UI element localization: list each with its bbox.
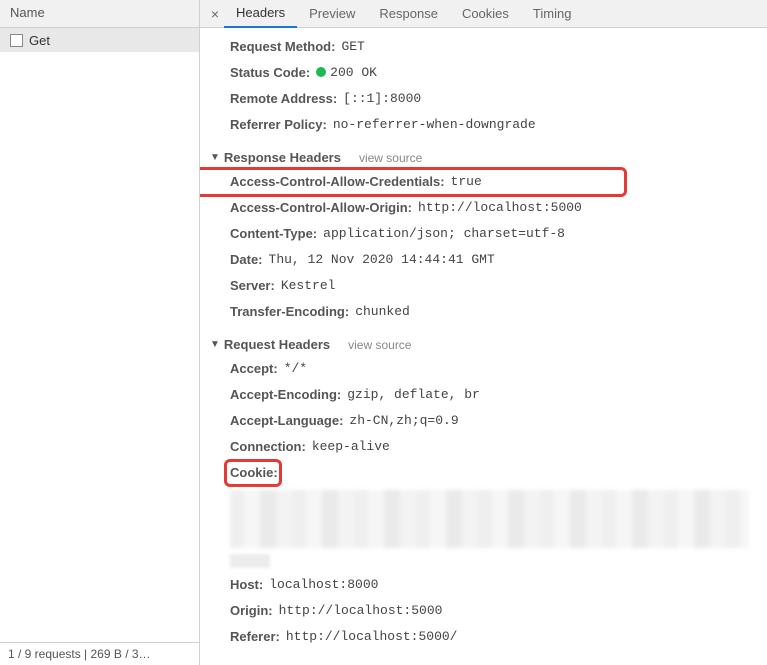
req-header-value: keep-alive (312, 437, 390, 457)
view-source-link[interactable]: view source (359, 151, 422, 165)
resp-header-row: Date: Thu, 12 Nov 2020 14:44:41 GMT (200, 247, 767, 273)
resp-header-key: Access-Control-Allow-Origin: (230, 198, 412, 218)
request-list-pane: Name Get 1 / 9 requests | 269 B / 3… (0, 0, 200, 665)
req-header-value: http://localhost:5000 (279, 601, 443, 621)
resp-header-row: Server: Kestrel (200, 273, 767, 299)
req-header-row: Accept-Encoding: gzip, deflate, br (200, 382, 767, 408)
request-headers-section[interactable]: ▼ Request Headers view source (200, 325, 767, 356)
resp-header-key: Access-Control-Allow-Credentials: (230, 172, 445, 192)
general-value: no-referrer-when-downgrade (333, 115, 536, 135)
resp-header-value: Thu, 12 Nov 2020 14:44:41 GMT (269, 250, 495, 270)
req-header-row: Accept-Language: zh-CN,zh;q=0.9 (200, 408, 767, 434)
req-header-key: Connection: (230, 437, 306, 457)
general-row: Request Method: GET (200, 34, 767, 60)
tab-timing[interactable]: Timing (521, 0, 584, 27)
req-header-key: Accept-Encoding: (230, 385, 341, 405)
req-header-key: Accept-Language: (230, 411, 343, 431)
general-row: Remote Address: [::1]:8000 (200, 86, 767, 112)
tab-bar: × Headers Preview Response Cookies Timin… (200, 0, 767, 28)
redacted-fragment (230, 554, 270, 568)
general-key: Request Method: (230, 37, 335, 57)
general-value: 200 OK (316, 63, 377, 83)
resp-header-value: true (451, 172, 482, 192)
request-checkbox[interactable] (10, 34, 23, 47)
view-source-link[interactable]: view source (348, 338, 411, 352)
tab-headers[interactable]: Headers (224, 0, 297, 28)
req-header-row: Accept: */* (200, 356, 767, 382)
req-header-row: Referer: http://localhost:5000/ (200, 624, 767, 650)
resp-header-value: Kestrel (281, 276, 336, 296)
resp-header-key: Server: (230, 276, 275, 296)
req-header-value: localhost:8000 (269, 575, 378, 595)
req-header-key: Accept: (230, 359, 278, 379)
general-value: GET (341, 37, 364, 57)
general-row: Status Code: 200 OK (200, 60, 767, 86)
general-row: Referrer Policy: no-referrer-when-downgr… (200, 112, 767, 138)
general-value: [::1]:8000 (343, 89, 421, 109)
resp-header-value: application/json; charset=utf-8 (323, 224, 565, 244)
section-title: Response Headers (224, 150, 341, 165)
status-dot-icon (316, 67, 326, 77)
req-header-row: Origin: http://localhost:5000 (200, 598, 767, 624)
resp-header-row: Transfer-Encoding: chunked (200, 299, 767, 325)
tab-preview[interactable]: Preview (297, 0, 367, 27)
request-list: Get (0, 28, 199, 642)
req-header-value: zh-CN,zh;q=0.9 (349, 411, 458, 431)
req-header-value: */* (284, 359, 307, 379)
general-key: Remote Address: (230, 89, 337, 109)
request-list-footer: 1 / 9 requests | 269 B / 3… (0, 642, 199, 665)
resp-header-key: Transfer-Encoding: (230, 302, 349, 322)
cookie-header-key: Cookie: (230, 463, 278, 483)
request-row[interactable]: Get (0, 28, 199, 52)
tab-response[interactable]: Response (367, 0, 450, 27)
disclosure-triangle-icon: ▼ (210, 339, 220, 350)
req-header-row: Connection: keep-alive (200, 434, 767, 460)
request-name: Get (29, 33, 50, 48)
section-title: Request Headers (224, 337, 330, 352)
req-header-value: gzip, deflate, br (347, 385, 480, 405)
redacted-cookie-value (230, 490, 749, 548)
req-header-key: Host: (230, 575, 263, 595)
req-header-cookie-row: Cookie: (200, 460, 767, 486)
details-pane: × Headers Preview Response Cookies Timin… (200, 0, 767, 665)
disclosure-triangle-icon: ▼ (210, 152, 220, 163)
req-header-row: Host: localhost:8000 (200, 572, 767, 598)
general-key: Status Code: (230, 63, 310, 83)
resp-header-key: Date: (230, 250, 263, 270)
resp-header-value: chunked (355, 302, 410, 322)
req-header-key: Origin: (230, 601, 273, 621)
response-headers-section[interactable]: ▼ Response Headers view source (200, 138, 767, 169)
req-header-value: http://localhost:5000/ (286, 627, 458, 647)
resp-header-key: Content-Type: (230, 224, 317, 244)
resp-header-row: Access-Control-Allow-Origin: http://loca… (200, 195, 767, 221)
resp-header-row: Access-Control-Allow-Credentials: true (200, 169, 767, 195)
req-header-key: Referer: (230, 627, 280, 647)
headers-content: Request Method: GET Status Code: 200 OK … (200, 28, 767, 665)
resp-header-value: http://localhost:5000 (418, 198, 582, 218)
tab-cookies[interactable]: Cookies (450, 0, 521, 27)
close-icon[interactable]: × (206, 6, 224, 22)
resp-header-row: Content-Type: application/json; charset=… (200, 221, 767, 247)
general-key: Referrer Policy: (230, 115, 327, 135)
request-list-header: Name (0, 0, 199, 28)
